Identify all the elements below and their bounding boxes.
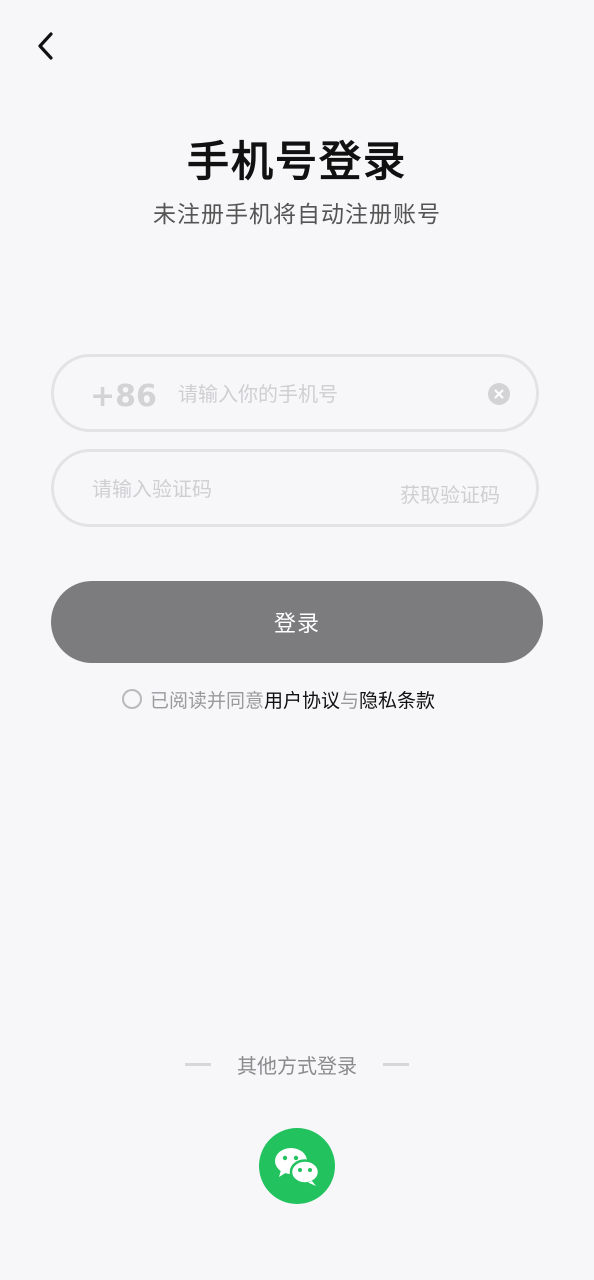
- wechat-login-button[interactable]: [259, 1128, 335, 1204]
- divider-line-left: [185, 1063, 211, 1066]
- page-subtitle: 未注册手机将自动注册账号: [153, 202, 441, 228]
- clear-button[interactable]: [488, 383, 510, 405]
- phone-field: +86: [51, 354, 539, 432]
- agreement-connector: 与: [340, 689, 360, 712]
- other-login-label: 其他方式登录: [237, 1054, 357, 1078]
- agreement-prefix: 已阅读并同意: [150, 689, 265, 712]
- country-code[interactable]: +86: [90, 379, 157, 414]
- login-button[interactable]: 登录: [51, 581, 543, 663]
- get-code-button[interactable]: 获取验证码: [400, 479, 500, 508]
- chevron-left-icon: [38, 32, 53, 60]
- privacy-terms-link[interactable]: 隐私条款: [359, 686, 435, 713]
- agreement-radio[interactable]: [122, 689, 142, 709]
- login-page: 手机号登录 未注册手机将自动注册账号 +86 获取验证码 登录 已阅读并同意 用…: [0, 0, 594, 1280]
- back-button[interactable]: [26, 26, 66, 66]
- clear-circle-icon: [494, 389, 504, 399]
- verification-code-input[interactable]: [92, 468, 372, 510]
- divider-line-right: [383, 1063, 409, 1066]
- phone-input[interactable]: [178, 373, 478, 415]
- agreement-row: 已阅读并同意 用户协议 与 隐私条款: [122, 686, 435, 713]
- user-agreement-link[interactable]: 用户协议: [264, 686, 340, 713]
- wechat-icon: [275, 1148, 321, 1186]
- other-login-divider: 其他方式登录: [0, 1050, 594, 1079]
- page-title: 手机号登录: [186, 137, 407, 186]
- code-field: 获取验证码: [51, 449, 539, 527]
